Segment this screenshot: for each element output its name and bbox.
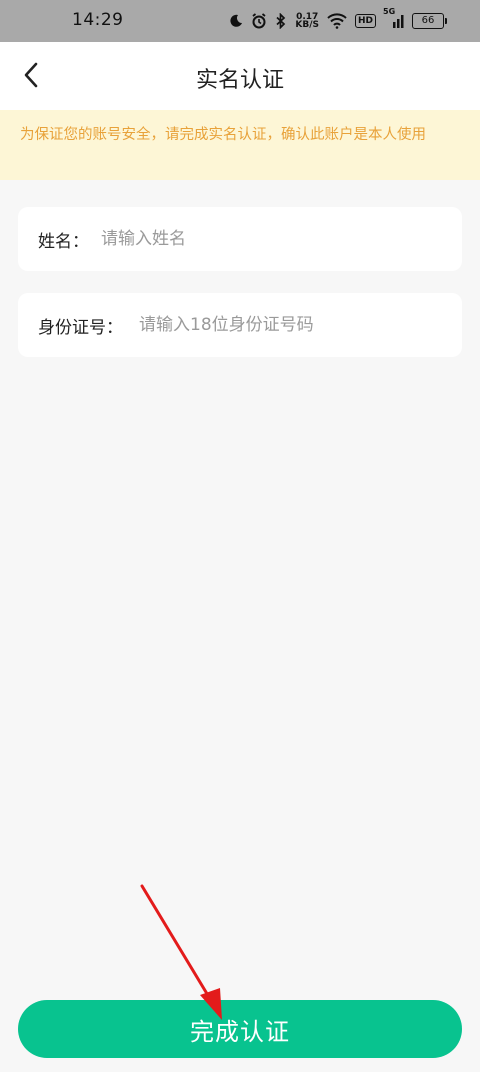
battery-level: 66	[421, 15, 435, 26]
signal-label: 5G	[383, 7, 396, 16]
nav-bar: 实名认证	[0, 42, 480, 110]
battery-icon: 66	[412, 13, 447, 29]
notice-banner: 为保证您的账号安全，请完成实名认证，确认此账户是本人使用	[0, 110, 480, 180]
status-bar: 14:29 0.17 KB/S HD 5G 66	[0, 0, 480, 42]
id-number-input[interactable]	[139, 315, 442, 335]
alarm-icon	[251, 13, 267, 29]
id-field-card: 身份证号：	[18, 293, 462, 357]
name-label: 姓名：	[38, 231, 89, 252]
network-speed-unit: KB/S	[295, 20, 319, 30]
signal-icon: 5G	[383, 7, 404, 29]
name-field-card: 姓名：	[18, 207, 462, 271]
complete-verification-button[interactable]: 完成认证	[18, 1000, 462, 1058]
status-time: 14:29	[72, 10, 124, 30]
wifi-icon	[327, 13, 347, 29]
bluetooth-icon	[275, 13, 287, 29]
page-title: 实名认证	[195, 68, 284, 93]
notice-text: 为保证您的账号安全，请完成实名认证，确认此账户是本人使用	[20, 127, 426, 143]
hd-badge: HD	[354, 14, 376, 28]
network-speed: 0.17 KB/S	[295, 13, 319, 30]
moon-icon	[229, 14, 243, 28]
name-input[interactable]	[101, 229, 442, 249]
status-icons: 0.17 KB/S HD 5G 66	[229, 7, 447, 32]
id-number-label: 身份证号：	[38, 317, 123, 338]
